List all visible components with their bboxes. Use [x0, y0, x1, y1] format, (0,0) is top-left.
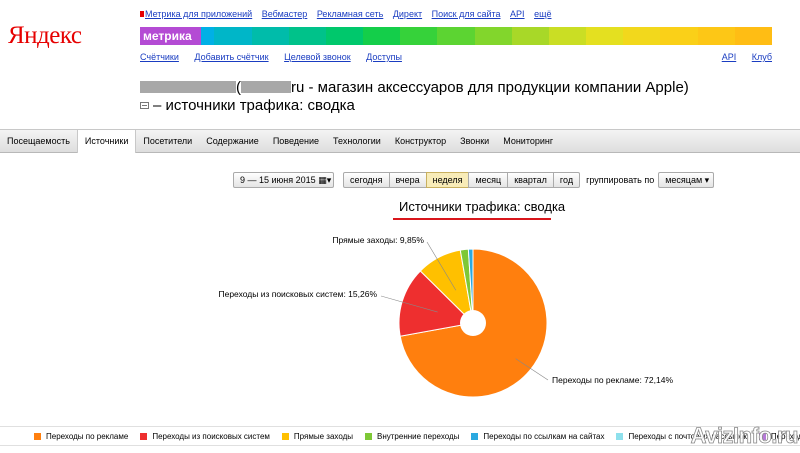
legend-label: Переходы из поисковых систем [152, 431, 270, 441]
legend-item[interactable]: Переходы по рекламе [34, 432, 128, 441]
pie-center-hole [460, 310, 486, 336]
legend-swatch [140, 432, 148, 440]
legend-swatch [34, 432, 41, 440]
legend-label: Переходы по ссылкам на сайтах [483, 431, 605, 441]
legend-item[interactable]: Внутренние переходы [365, 432, 459, 441]
legend-item[interactable]: Прямые заходы [281, 431, 354, 441]
legend-swatch [365, 432, 373, 440]
legend-label: Внутренние переходы [377, 431, 460, 441]
legend-label: Переходы по рекламе [46, 431, 129, 441]
legend-swatch [281, 432, 289, 440]
pie-data-label: Прямые заходы: 9,85% [332, 235, 424, 245]
legend-swatch [616, 432, 624, 440]
watermark: AvizInfo.ru [690, 423, 799, 449]
pie-data-label: Переходы по рекламе: 72,14% [552, 375, 673, 385]
legend-item[interactable]: Переходы по ссылкам на сайтах [471, 432, 604, 441]
legend-label: Прямые заходы [293, 431, 354, 441]
traffic-sources-pie-chart: Переходы по рекламе: 72,14% Переходы из п… [218, 235, 673, 398]
chart-legend: Переходы по рекламе Переходы из поисковых… [0, 426, 800, 446]
legend-item[interactable]: Переходы из поисковых систем [140, 432, 270, 441]
legend-swatch [471, 432, 479, 440]
pie-data-label: Переходы из поисковых систем: 15,26% [218, 289, 377, 299]
